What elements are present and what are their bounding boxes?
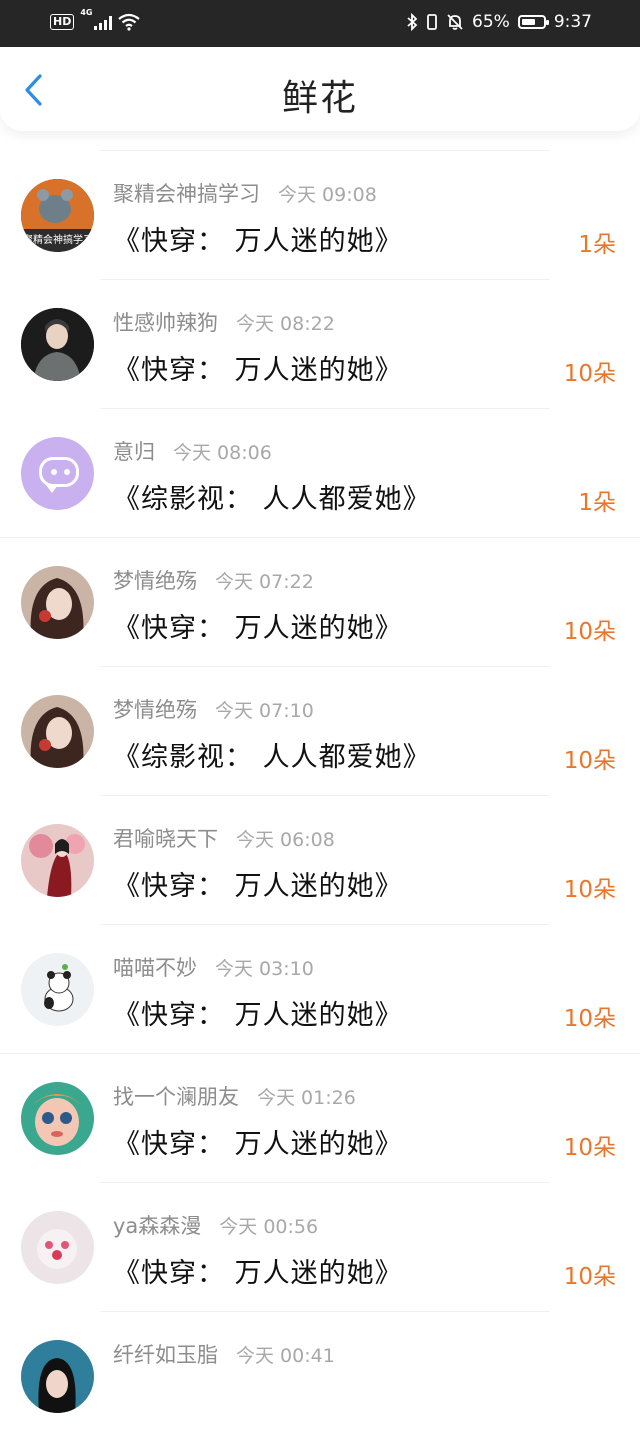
flower-count: 10朵 xyxy=(563,748,616,774)
username[interactable]: 喵喵不妙 xyxy=(113,956,197,980)
list-item[interactable]: 梦情绝殇 今天 07:10 《综影视： 人人都爱她》 10朵 xyxy=(0,667,640,795)
flower-count: 10朵 xyxy=(563,1135,616,1161)
avatar[interactable] xyxy=(21,1211,94,1284)
list-item[interactable]: ya森森漫 今天 00:56 《快穿： 万人迷的她》 10朵 xyxy=(0,1183,640,1311)
book-title[interactable]: 《快穿： 万人迷的她》 xyxy=(113,1251,403,1290)
book-title[interactable]: 《快穿： 万人迷的她》 xyxy=(113,219,403,258)
username[interactable]: 君喻晓天下 xyxy=(113,827,218,851)
avatar[interactable]: 聚精会神搞学习 xyxy=(21,179,94,252)
avatar[interactable] xyxy=(21,437,94,510)
list-item[interactable]: 君喻晓天下 今天 06:08 《快穿： 万人迷的她》 10朵 xyxy=(0,796,640,924)
book-title[interactable]: 《综影视： 人人都爱她》 xyxy=(113,477,431,516)
battery-percent: 65% xyxy=(472,12,510,32)
avatar[interactable] xyxy=(21,308,94,381)
network-type: 4G xyxy=(80,8,93,17)
timestamp: 今天 08:22 xyxy=(236,313,335,335)
nav-bar: 鲜花 xyxy=(0,47,640,131)
page-title: 鲜花 xyxy=(281,78,358,119)
signal-icon: 4G xyxy=(80,8,113,30)
timestamp: 今天 08:06 xyxy=(173,442,272,464)
avatar[interactable] xyxy=(21,1340,94,1413)
avatar[interactable] xyxy=(21,1082,94,1155)
avatar-caption: 聚精会神搞学习 xyxy=(23,235,93,246)
username[interactable]: 性感帅辣狗 xyxy=(113,311,218,335)
flower-count: 1朵 xyxy=(578,490,616,516)
username[interactable]: 纤纤如玉脂 xyxy=(113,1343,218,1367)
username[interactable]: 梦情绝殇 xyxy=(113,569,197,593)
list-item[interactable]: 聚精会神搞学习 聚精会神搞学习 今天 09:08 《快穿： 万人迷的她》 1朵 xyxy=(0,151,640,279)
book-title[interactable]: 《快穿： 万人迷的她》 xyxy=(113,1122,403,1161)
book-title[interactable]: 《综影视： 人人都爱她》 xyxy=(113,735,431,774)
list-item[interactable]: 意归 今天 08:06 《综影视： 人人都爱她》 1朵 xyxy=(0,409,640,537)
bluetooth-icon xyxy=(407,13,418,31)
avatar[interactable] xyxy=(21,953,94,1026)
username[interactable]: 找一个澜朋友 xyxy=(113,1085,239,1109)
timestamp: 今天 09:08 xyxy=(278,184,377,206)
timestamp: 今天 01:26 xyxy=(257,1087,356,1109)
wifi-icon xyxy=(118,13,141,31)
flower-count: 10朵 xyxy=(563,361,616,387)
status-bar: HD 4G 65% 9:37 xyxy=(0,0,640,47)
username[interactable]: 聚精会神搞学习 xyxy=(113,182,260,206)
flower-count: 10朵 xyxy=(563,1264,616,1290)
flower-count: 10朵 xyxy=(563,877,616,903)
username[interactable]: 意归 xyxy=(113,440,155,464)
timestamp: 今天 00:56 xyxy=(219,1216,319,1238)
flower-count: 10朵 xyxy=(563,1006,616,1032)
list-item[interactable]: 纤纤如玉脂 今天 00:41 xyxy=(0,1312,640,1440)
gift-list: 聚精会神搞学习 聚精会神搞学习 今天 09:08 《快穿： 万人迷的她》 1朵 性… xyxy=(0,150,640,1440)
list-item[interactable]: 梦情绝殇 今天 07:22 《快穿： 万人迷的她》 10朵 xyxy=(0,538,640,666)
hd-badge: HD xyxy=(50,14,75,30)
username[interactable]: ya森森漫 xyxy=(113,1214,201,1238)
avatar[interactable] xyxy=(21,824,94,897)
flower-count: 1朵 xyxy=(578,232,616,258)
timestamp: 今天 07:10 xyxy=(215,700,314,722)
flower-count: 10朵 xyxy=(563,619,616,645)
book-title[interactable]: 《快穿： 万人迷的她》 xyxy=(113,348,403,387)
avatar[interactable] xyxy=(21,695,94,768)
book-title[interactable]: 《快穿： 万人迷的她》 xyxy=(113,606,403,645)
book-title[interactable]: 《快穿： 万人迷的她》 xyxy=(113,993,403,1032)
clock: 9:37 xyxy=(553,12,592,32)
list-item[interactable]: 性感帅辣狗 今天 08:22 《快穿： 万人迷的她》 10朵 xyxy=(0,280,640,408)
chat-bubble-icon xyxy=(39,457,79,493)
timestamp: 今天 00:41 xyxy=(236,1345,335,1367)
list-item[interactable]: 喵喵不妙 今天 03:10 《快穿： 万人迷的她》 10朵 xyxy=(0,925,640,1053)
username[interactable]: 梦情绝殇 xyxy=(113,698,197,722)
list-item[interactable]: 找一个澜朋友 今天 01:26 《快穿： 万人迷的她》 10朵 xyxy=(0,1054,640,1182)
mute-icon xyxy=(447,14,463,30)
book-title[interactable]: 《快穿： 万人迷的她》 xyxy=(113,864,403,903)
battery-icon xyxy=(517,15,549,29)
avatar[interactable] xyxy=(21,566,94,639)
vibrate-icon xyxy=(427,14,437,30)
timestamp: 今天 03:10 xyxy=(215,958,314,980)
timestamp: 今天 06:08 xyxy=(236,829,335,851)
timestamp: 今天 07:22 xyxy=(215,571,314,593)
